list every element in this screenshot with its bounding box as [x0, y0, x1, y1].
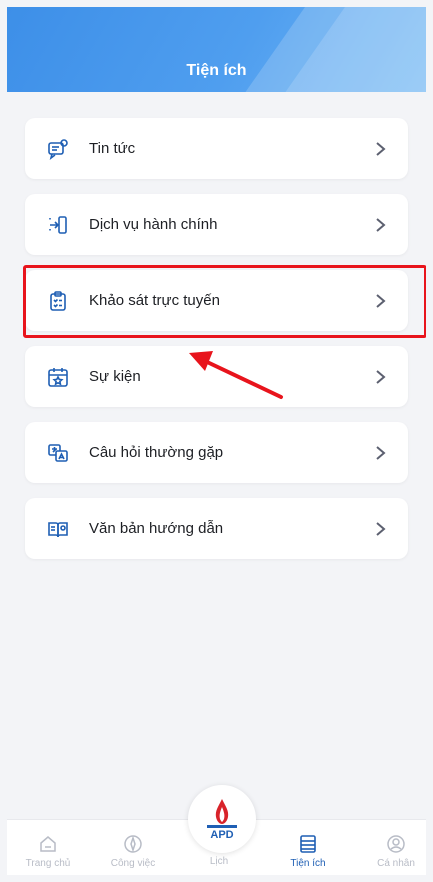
header: Tiện ích [7, 7, 426, 92]
menu-item-faq[interactable]: Câu hỏi thường gặp [25, 422, 408, 483]
menu-item-label: Văn bản hướng dẫn [89, 520, 224, 537]
utilities-list-icon [300, 835, 316, 853]
tab-label: Tiện ích [290, 858, 326, 869]
chevron-right-icon [376, 217, 386, 232]
clipboard-survey-icon [47, 290, 69, 312]
app-frame: Tiện ích Tin tức Dịch vụ hành chính Khảo… [7, 7, 426, 875]
tab-label: Lịch [209, 856, 229, 867]
center-logo-button[interactable]: APD [188, 785, 256, 853]
menu-item-news[interactable]: Tin tức [25, 118, 408, 179]
faq-translate-icon [47, 442, 69, 464]
tab-label: Công việc [110, 858, 156, 869]
calendar-star-icon [47, 366, 69, 388]
chevron-right-icon [376, 445, 386, 460]
menu-item-online-survey[interactable]: Khảo sát trực tuyến [25, 270, 408, 331]
home-icon [40, 836, 56, 852]
menu-item-label: Dịch vụ hành chính [89, 216, 218, 233]
tab-utilities[interactable]: Tiện ích [273, 834, 343, 869]
tab-label: Cá nhân [377, 858, 415, 869]
tab-calendar[interactable]: Lịch [184, 856, 254, 867]
chevron-right-icon [376, 293, 386, 308]
page-title: Tiện ích [186, 62, 247, 79]
annotation-arrow-icon [189, 351, 283, 399]
tab-label: Trang chủ [25, 858, 71, 869]
chevron-right-icon [376, 369, 386, 384]
chevron-right-icon [376, 521, 386, 536]
tab-home[interactable]: Trang chủ [13, 834, 83, 869]
apd-logo-icon: APD [207, 799, 237, 841]
menu-item-label: Câu hỏi thường gặp [89, 444, 224, 461]
chevron-right-icon [376, 141, 386, 156]
menu-item-admin-services[interactable]: Dịch vụ hành chính [25, 194, 408, 255]
menu-item-label: Tin tức [89, 140, 136, 157]
book-guide-icon [47, 518, 69, 540]
menu-item-label: Khảo sát trực tuyến [89, 292, 220, 309]
menu-item-guidance-documents[interactable]: Văn bản hướng dẫn [25, 498, 408, 559]
compass-icon [124, 835, 142, 853]
tab-profile[interactable]: Cá nhân [361, 834, 426, 869]
news-chat-icon [47, 138, 69, 160]
login-door-icon [47, 214, 69, 236]
tab-work[interactable]: Công việc [98, 834, 168, 869]
logo-text: APD [210, 829, 233, 841]
user-icon [387, 835, 405, 853]
